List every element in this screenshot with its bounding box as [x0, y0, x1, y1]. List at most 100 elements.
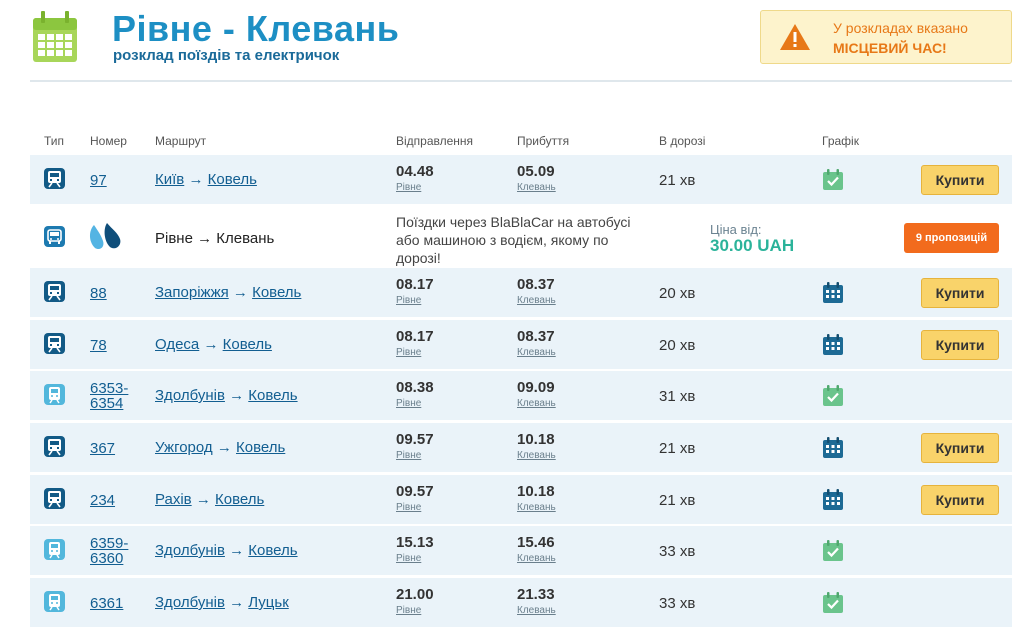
departure-station-link[interactable]: Рівне	[396, 182, 434, 193]
duration: 20 хв	[659, 337, 696, 354]
arrival-station-link[interactable]: Клевань	[517, 398, 556, 409]
arrow-icon: →	[195, 491, 211, 508]
arrival-station-link[interactable]: Клевань	[517, 553, 556, 564]
train-number-link[interactable]: 6353- 6354	[90, 381, 128, 411]
route-to-link[interactable]: Луцьк	[248, 594, 288, 611]
arrival-time: 08.37	[517, 328, 555, 345]
buy-button[interactable]: Купити	[921, 433, 999, 463]
route: Ужгород → Ковель	[155, 439, 285, 456]
departure-time: 09.57	[396, 431, 434, 448]
notice-line-1: У розкладах вказано	[833, 20, 968, 36]
price-value: 30.00 UAH	[710, 236, 795, 255]
notice-line-2: МІСЦЕВИЙ ЧАС!	[833, 40, 947, 56]
arrival: 05.09 Клевань	[517, 163, 556, 193]
calendar-check-icon[interactable]	[822, 169, 844, 191]
elektrichka-icon	[44, 591, 65, 612]
departure-station-link[interactable]: Рівне	[396, 347, 434, 358]
departure: 08.38 Рівне	[396, 379, 434, 409]
calendar-check-icon[interactable]	[822, 385, 844, 407]
blablacar-description: Поїздки через BlaBlaCar на автобусі або …	[396, 214, 631, 266]
price-label: Ціна від:	[710, 222, 762, 237]
blablacar-route: Рівне → Клевань	[155, 230, 275, 247]
arrival: 21.33 Клевань	[517, 586, 556, 616]
arrival: 08.37 Клевань	[517, 276, 556, 306]
arrival: 09.09 Клевань	[517, 379, 556, 409]
arrival: 08.37 Клевань	[517, 328, 556, 358]
route-from-link[interactable]: Одеса	[155, 336, 199, 353]
arrival-time: 21.33	[517, 586, 555, 603]
route-to-link[interactable]: Ковель	[215, 491, 264, 508]
route-from-link[interactable]: Запоріжжя	[155, 284, 229, 301]
route-to-link[interactable]: Ковель	[236, 439, 285, 456]
route-from-link[interactable]: Здолбунів	[155, 594, 225, 611]
column-departure: Відправлення	[396, 134, 474, 148]
calendar-grid-icon[interactable]	[822, 282, 844, 304]
duration: 31 хв	[659, 388, 696, 405]
local-time-notice: У розкладах вказано МІСЦЕВИЙ ЧАС!	[760, 10, 1012, 64]
arrival-time: 08.37	[517, 276, 555, 293]
table-row: 367 Ужгород → Ковель 09.57 Рівне 10.18 Клеван…	[30, 423, 1012, 472]
duration: 20 хв	[659, 285, 696, 302]
route-from-link[interactable]: Ужгород	[155, 439, 213, 456]
column-route: Маршрут	[155, 134, 207, 148]
route-to-link[interactable]: Ковель	[248, 542, 297, 559]
duration: 21 хв	[659, 172, 696, 189]
arrival-time: 05.09	[517, 163, 555, 180]
offers-button[interactable]: 9 пропозицій	[904, 223, 999, 253]
arrival-time: 10.18	[517, 431, 555, 448]
route-to-link[interactable]: Ковель	[208, 171, 257, 188]
arrival-time: 10.18	[517, 483, 555, 500]
train-number-link[interactable]: 88	[90, 286, 107, 301]
arrival-station-link[interactable]: Клевань	[517, 450, 556, 461]
calendar-grid-icon[interactable]	[822, 489, 844, 511]
train-number-part: 6354	[90, 395, 124, 412]
train-number-link[interactable]: 78	[90, 338, 107, 353]
header-divider	[30, 80, 1012, 82]
buy-button[interactable]: Купити	[921, 165, 999, 195]
route-from-link[interactable]: Здолбунів	[155, 542, 225, 559]
departure-time: 09.57	[396, 483, 434, 500]
blablacar-logo-icon	[90, 223, 121, 250]
departure-time: 21.00	[396, 586, 434, 603]
departure-station-link[interactable]: Рівне	[396, 553, 434, 564]
calendar-grid-icon[interactable]	[822, 437, 844, 459]
column-type: Тип	[44, 134, 65, 148]
calendar-check-icon[interactable]	[822, 592, 844, 614]
train-number-link[interactable]: 367	[90, 441, 115, 456]
train-number-link[interactable]: 6359- 6360	[90, 536, 128, 566]
departure-station-link[interactable]: Рівне	[396, 398, 434, 409]
route-from-link[interactable]: Київ	[155, 171, 184, 188]
route-to-link[interactable]: Ковель	[223, 336, 272, 353]
arrow-icon: →	[203, 336, 219, 353]
departure-station-link[interactable]: Рівне	[396, 450, 434, 461]
arrival-station-link[interactable]: Клевань	[517, 295, 556, 306]
departure-time: 04.48	[396, 163, 434, 180]
calendar-grid-icon[interactable]	[822, 334, 844, 356]
train-number-link[interactable]: 234	[90, 493, 115, 508]
departure-station-link[interactable]: Рівне	[396, 502, 434, 513]
train-number-link[interactable]: 97	[90, 173, 107, 188]
route-from-link[interactable]: Рахів	[155, 491, 192, 508]
page-title: Рівне - Клевань	[112, 8, 400, 49]
table-row: 88 Запоріжжя → Ковель 08.17 Рівне 08.37 Клева…	[30, 268, 1012, 317]
train-icon	[44, 168, 65, 189]
train-number-link[interactable]: 6361	[90, 596, 123, 611]
arrival: 15.46 Клевань	[517, 534, 556, 564]
departure-station-link[interactable]: Рівне	[396, 605, 434, 616]
route-to-link[interactable]: Ковель	[248, 387, 297, 404]
buy-button[interactable]: Купити	[921, 485, 999, 515]
arrival-station-link[interactable]: Клевань	[517, 605, 556, 616]
route-from-link[interactable]: Здолбунів	[155, 387, 225, 404]
column-duration: В дорозі	[659, 134, 706, 148]
train-icon	[44, 333, 65, 354]
arrival-station-link[interactable]: Клевань	[517, 182, 556, 193]
calendar-check-icon[interactable]	[822, 540, 844, 562]
arrival-station-link[interactable]: Клевань	[517, 347, 556, 358]
arrival: 10.18 Клевань	[517, 431, 556, 461]
buy-button[interactable]: Купити	[921, 278, 999, 308]
route-to-link[interactable]: Ковель	[252, 284, 301, 301]
arrival-station-link[interactable]: Клевань	[517, 502, 556, 513]
route-from: Рівне	[155, 230, 193, 247]
departure-station-link[interactable]: Рівне	[396, 295, 434, 306]
buy-button[interactable]: Купити	[921, 330, 999, 360]
